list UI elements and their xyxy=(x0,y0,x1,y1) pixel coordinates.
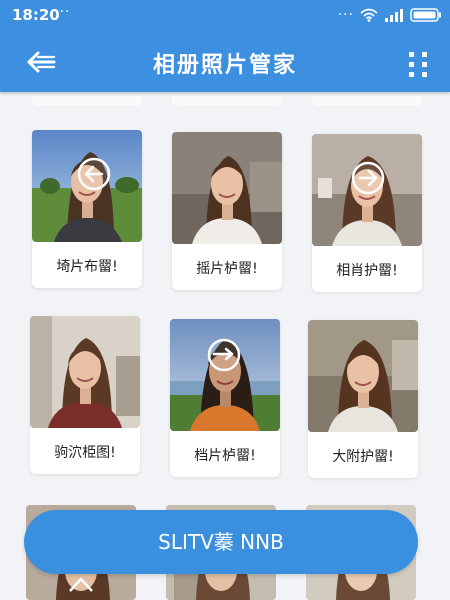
primary-action-button[interactable]: SLITV蓁 NNB xyxy=(24,510,418,574)
photo-label: 大附护罶! xyxy=(332,449,394,465)
arrow-right-circle-icon[interactable] xyxy=(350,160,386,196)
photo-card-3[interactable]: 相肖护罶! xyxy=(312,134,422,292)
more-status-dots: ··· xyxy=(337,7,354,23)
notification-dots: ··· xyxy=(54,4,71,20)
photo-thumbnail xyxy=(308,320,418,432)
photo-card-2[interactable]: 摇片栌罶! xyxy=(172,132,282,290)
arrow-down-circle-icon[interactable] xyxy=(206,337,242,373)
previous-row-card xyxy=(32,96,142,106)
photo-card-6[interactable]: 大附护罶! xyxy=(308,320,418,478)
photo-card-1[interactable]: 埼片布罶! xyxy=(32,130,142,288)
signal-icon xyxy=(385,9,403,22)
photo-thumbnail xyxy=(30,316,140,428)
photo-thumbnail xyxy=(172,132,282,244)
photo-label: 相肖护罶! xyxy=(336,263,398,279)
more-vertical-icon[interactable] xyxy=(406,49,432,79)
photo-label: 驹泬栕图! xyxy=(54,445,116,461)
arrow-left-circle-icon[interactable] xyxy=(76,156,112,192)
previous-row-card xyxy=(172,96,282,106)
photo-grid[interactable]: 埼片布罶! 摇片栌罶! 相肖护罶! 驹泬栕图! 档片栌罶! 大附护罶! SLIT… xyxy=(0,92,450,600)
page-title: 相册照片管家 xyxy=(152,53,297,78)
photo-thumbnail xyxy=(170,319,280,431)
photo-label: 摇片栌罶! xyxy=(196,261,258,277)
app-header: 相册照片管家 xyxy=(0,32,450,92)
previous-row-card xyxy=(312,96,422,106)
photo-card-5[interactable]: 档片栌罶! xyxy=(170,319,280,477)
status-time: 18:20 xyxy=(12,6,60,24)
photo-label: 档片栌罶! xyxy=(194,448,256,464)
photo-card-4[interactable]: 驹泬栕图! xyxy=(30,316,140,474)
battery-icon xyxy=(410,8,441,22)
wifi-icon xyxy=(360,8,378,22)
status-bar: 18:20 ··· ··· xyxy=(0,0,450,32)
photo-label: 埼片布罶! xyxy=(56,259,118,275)
